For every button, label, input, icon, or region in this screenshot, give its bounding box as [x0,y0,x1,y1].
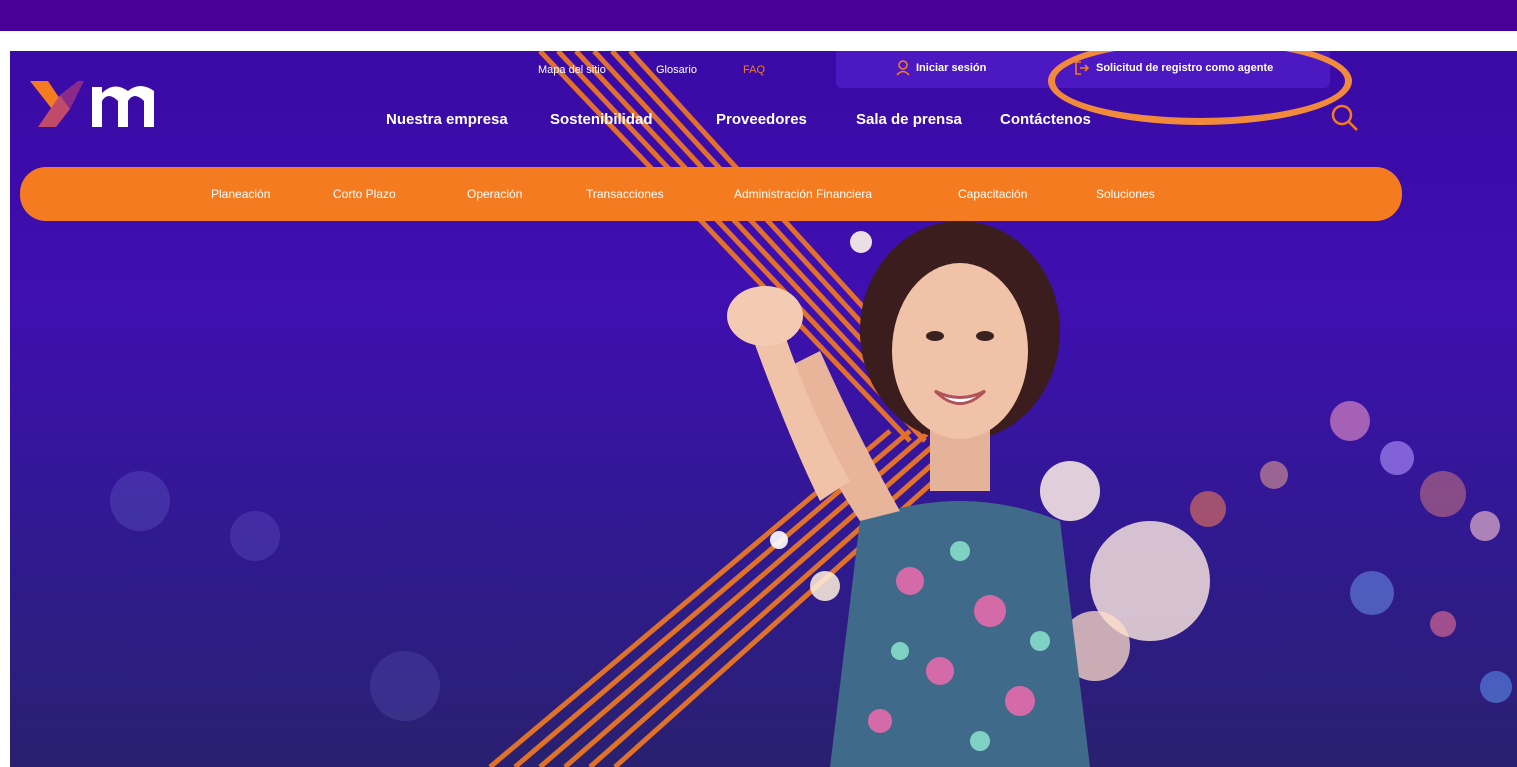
top-band [0,0,1517,31]
nav-contactenos[interactable]: Contáctenos [1000,111,1091,128]
xm-logo[interactable] [30,71,160,131]
search-icon[interactable] [1330,103,1360,133]
subnav-operacion[interactable]: Operación [467,187,522,201]
subnav-capacitacion[interactable]: Capacitación [958,187,1027,201]
nav-sala-de-prensa[interactable]: Sala de prensa [856,111,962,128]
login-label: Iniciar sesión [916,62,987,74]
website-frame: Mapa del sitio Glosario FAQ Iniciar sesi… [10,51,1517,767]
nav-sostenibilidad[interactable]: Sostenibilidad [550,111,653,128]
subnav-administracion-financiera[interactable]: Administración Financiera [734,187,872,201]
glossary-link[interactable]: Glosario [656,64,697,76]
user-icon [896,60,910,76]
faq-link[interactable]: FAQ [743,64,765,76]
sitemap-link[interactable]: Mapa del sitio [538,64,606,76]
sub-navigation-bar: Planeación Corto Plazo Operación Transac… [20,167,1402,221]
nav-proveedores[interactable]: Proveedores [716,111,807,128]
subnav-corto-plazo[interactable]: Corto Plazo [333,187,396,201]
subnav-planeacion[interactable]: Planeación [211,187,270,201]
subnav-transacciones[interactable]: Transacciones [586,187,664,201]
nav-nuestra-empresa[interactable]: Nuestra empresa [386,111,508,128]
hero-woman-illustration [727,221,1090,767]
login-button[interactable]: Iniciar sesión [896,60,986,76]
subnav-soluciones[interactable]: Soluciones [1096,187,1155,201]
